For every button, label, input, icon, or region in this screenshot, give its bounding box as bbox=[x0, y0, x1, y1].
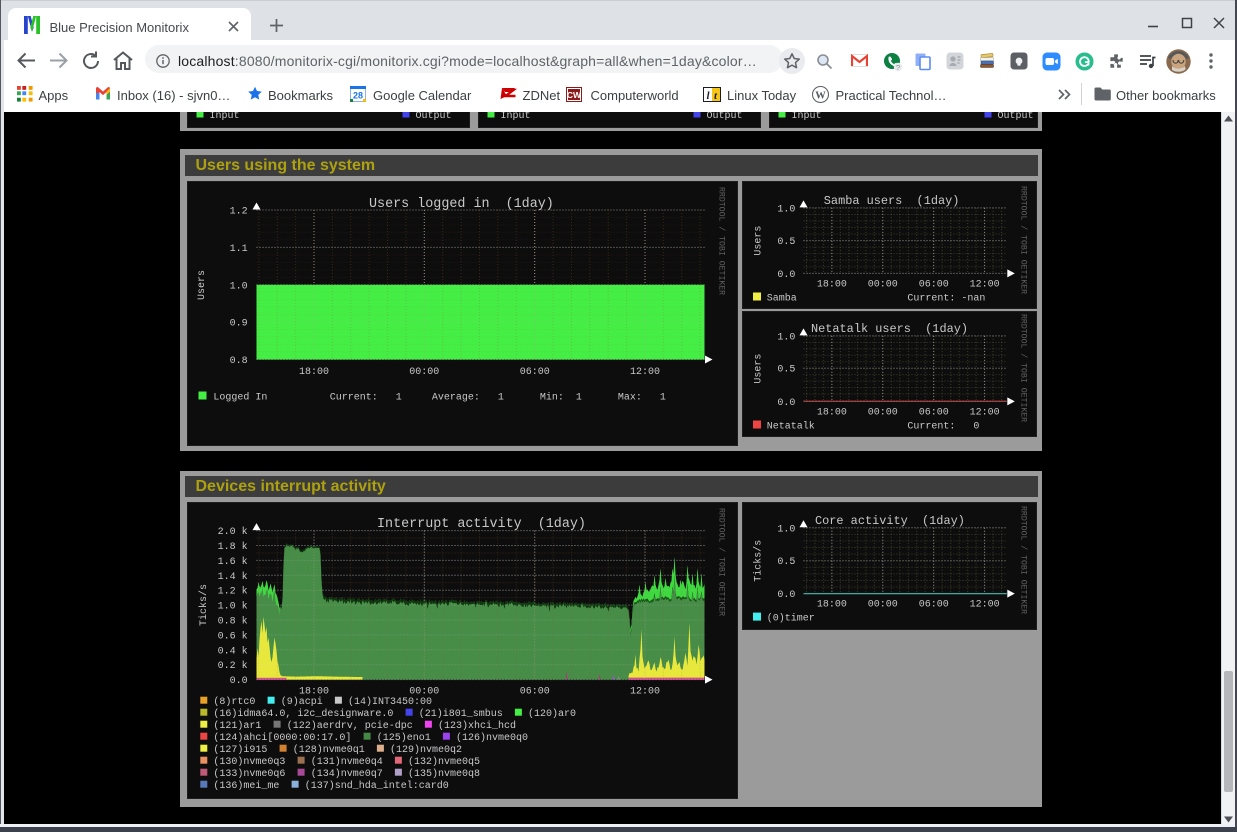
svg-text:(134)nvme0q7: (134)nvme0q7 bbox=[311, 768, 383, 780]
svg-text:RRDTOOL / TOBI OETIKER: RRDTOOL / TOBI OETIKER bbox=[1019, 186, 1029, 294]
svg-text:0.9: 0.9 bbox=[230, 319, 248, 330]
svg-text:06:00: 06:00 bbox=[919, 600, 949, 611]
svg-text:0.6 k: 0.6 k bbox=[218, 630, 248, 642]
svg-text:(137)snd_hda_intel:card0: (137)snd_hda_intel:card0 bbox=[305, 780, 449, 792]
svg-text:(122)aerdrv, pcie-dpc: (122)aerdrv, pcie-dpc bbox=[287, 720, 413, 732]
svg-text:1.2: 1.2 bbox=[230, 207, 248, 218]
svg-text:Netatalk: Netatalk bbox=[767, 420, 815, 432]
svg-text:Ticks/s: Ticks/s bbox=[198, 584, 210, 626]
svg-text:0.8 k: 0.8 k bbox=[218, 616, 248, 628]
svg-text:(121)ar1: (121)ar1 bbox=[213, 720, 261, 732]
svg-text:Users logged in (1day): Users logged in (1day) bbox=[369, 197, 554, 212]
svg-text:(132)nvme0q5: (132)nvme0q5 bbox=[408, 756, 480, 768]
svg-text:(127)i915: (127)i915 bbox=[213, 744, 267, 756]
svg-text:CW: CW bbox=[567, 90, 582, 100]
svg-text:Output: Output bbox=[998, 111, 1034, 122]
svg-text:(125)eno1: (125)eno1 bbox=[377, 732, 431, 744]
svg-text:(128)nvme0q1: (128)nvme0q1 bbox=[293, 744, 365, 756]
svg-text:1.4 k: 1.4 k bbox=[218, 571, 248, 583]
svg-text:0.4 k: 0.4 k bbox=[218, 645, 248, 657]
svg-text:18:00: 18:00 bbox=[817, 600, 847, 611]
svg-text:Users: Users bbox=[754, 354, 765, 384]
svg-text:(135)nvme0q8: (135)nvme0q8 bbox=[408, 768, 480, 780]
svg-text:(8)rtc0: (8)rtc0 bbox=[213, 696, 255, 708]
svg-text:12:00: 12:00 bbox=[630, 367, 660, 378]
svg-text:Current: -nan: Current: -nan bbox=[907, 293, 985, 304]
svg-text:2.0 k: 2.0 k bbox=[218, 526, 248, 538]
svg-text:00:00: 00:00 bbox=[868, 600, 898, 611]
svg-text:(136)mei_me: (136)mei_me bbox=[213, 780, 279, 792]
svg-text:Output: Output bbox=[416, 111, 452, 122]
svg-text:Current: 0: Current: 0 bbox=[907, 421, 979, 432]
svg-text:1.0: 1.0 bbox=[777, 204, 795, 215]
svg-text:12:00: 12:00 bbox=[970, 408, 1000, 419]
svg-text:(0)timer: (0)timer bbox=[767, 612, 815, 624]
svg-text:Samba: Samba bbox=[767, 292, 797, 304]
svg-text:Input: Input bbox=[501, 111, 531, 122]
svg-text:0.8: 0.8 bbox=[230, 356, 248, 367]
svg-text:00:00: 00:00 bbox=[409, 367, 439, 378]
svg-text:0.5: 0.5 bbox=[777, 237, 795, 248]
svg-text:00:00: 00:00 bbox=[868, 408, 898, 419]
svg-text:Input: Input bbox=[792, 111, 822, 122]
svg-text:RRDTOOL / TOBI OETIKER: RRDTOOL / TOBI OETIKER bbox=[717, 187, 727, 295]
svg-text:12:00: 12:00 bbox=[630, 687, 660, 698]
svg-text:06:00: 06:00 bbox=[520, 687, 550, 698]
svg-text:(129)nvme0q2: (129)nvme0q2 bbox=[390, 744, 462, 756]
svg-text:1.0: 1.0 bbox=[777, 524, 795, 535]
svg-text:RRDTOOL / TOBI OETIKER: RRDTOOL / TOBI OETIKER bbox=[717, 508, 727, 616]
svg-text:1.0: 1.0 bbox=[777, 332, 795, 343]
svg-text:(21)i801_smbus: (21)i801_smbus bbox=[419, 708, 503, 720]
svg-text:(123)xhci_hcd: (123)xhci_hcd bbox=[438, 720, 516, 732]
svg-text:Users: Users bbox=[197, 270, 208, 300]
svg-text:(133)nvme0q6: (133)nvme0q6 bbox=[213, 768, 285, 780]
svg-text:06:00: 06:00 bbox=[520, 367, 550, 378]
svg-text:Core activity (1day): Core activity (1day) bbox=[815, 514, 965, 528]
svg-text:0.2 k: 0.2 k bbox=[218, 660, 248, 672]
svg-text:06:00: 06:00 bbox=[919, 280, 949, 291]
svg-text:Input: Input bbox=[210, 111, 240, 122]
svg-text:0.0: 0.0 bbox=[777, 270, 795, 281]
svg-text:18:00: 18:00 bbox=[299, 367, 329, 378]
svg-text:12:00: 12:00 bbox=[970, 600, 1000, 611]
svg-text:Users: Users bbox=[754, 226, 765, 256]
svg-text:(126)nvme0q0: (126)nvme0q0 bbox=[456, 732, 528, 744]
svg-text:0.5: 0.5 bbox=[777, 557, 795, 568]
svg-text:RRDTOOL / TOBI OETIKER: RRDTOOL / TOBI OETIKER bbox=[1019, 506, 1029, 614]
svg-text:1.8 k: 1.8 k bbox=[218, 541, 248, 553]
svg-text:Interrupt activity (1day): Interrupt activity (1day) bbox=[377, 517, 586, 532]
svg-text:(120)ar0: (120)ar0 bbox=[528, 708, 576, 720]
svg-text:00:00: 00:00 bbox=[868, 280, 898, 291]
svg-text:12:00: 12:00 bbox=[970, 280, 1000, 291]
svg-text:0.0: 0.0 bbox=[777, 398, 795, 409]
svg-text:?: ? bbox=[896, 63, 900, 72]
svg-text:0.0: 0.0 bbox=[777, 590, 795, 601]
svg-text:0.0: 0.0 bbox=[230, 676, 248, 687]
svg-text:18:00: 18:00 bbox=[817, 408, 847, 419]
svg-text:Ticks/s: Ticks/s bbox=[753, 540, 765, 582]
svg-text:1.0: 1.0 bbox=[230, 281, 248, 292]
svg-text:(14)INT3450:00: (14)INT3450:00 bbox=[348, 696, 432, 708]
svg-text:Logged In: Logged In bbox=[213, 391, 267, 403]
svg-text:1.0 k: 1.0 k bbox=[218, 601, 248, 613]
svg-text:1.6 k: 1.6 k bbox=[218, 556, 248, 568]
svg-text:Netatalk users (1day): Netatalk users (1day) bbox=[811, 322, 968, 336]
svg-text:18:00: 18:00 bbox=[817, 280, 847, 291]
svg-text:28: 28 bbox=[353, 91, 363, 101]
svg-text:RRDTOOL / TOBI OETIKER: RRDTOOL / TOBI OETIKER bbox=[1019, 314, 1029, 422]
svg-text:1.1: 1.1 bbox=[230, 244, 248, 255]
svg-text:(9)acpi: (9)acpi bbox=[281, 696, 323, 708]
svg-text:1.2 k: 1.2 k bbox=[218, 586, 248, 598]
svg-text:(131)nvme0q4: (131)nvme0q4 bbox=[311, 756, 383, 768]
svg-text:(130)nvme0q3: (130)nvme0q3 bbox=[213, 756, 285, 768]
svg-text:Output: Output bbox=[707, 111, 743, 122]
svg-text:(124)ahci[0000:00:17.0]: (124)ahci[0000:00:17.0] bbox=[213, 732, 351, 744]
svg-text:W: W bbox=[815, 90, 826, 101]
svg-text:Current: 1 Average: 1: Current: 1 Average: 1 Min: 1 Max: 1 bbox=[330, 391, 666, 403]
svg-text:0.5: 0.5 bbox=[777, 365, 795, 376]
svg-text:06:00: 06:00 bbox=[919, 408, 949, 419]
svg-text:Samba users (1day): Samba users (1day) bbox=[824, 194, 960, 208]
svg-text:(16)idma64.0, i2c_designware.0: (16)idma64.0, i2c_designware.0 bbox=[213, 708, 393, 720]
